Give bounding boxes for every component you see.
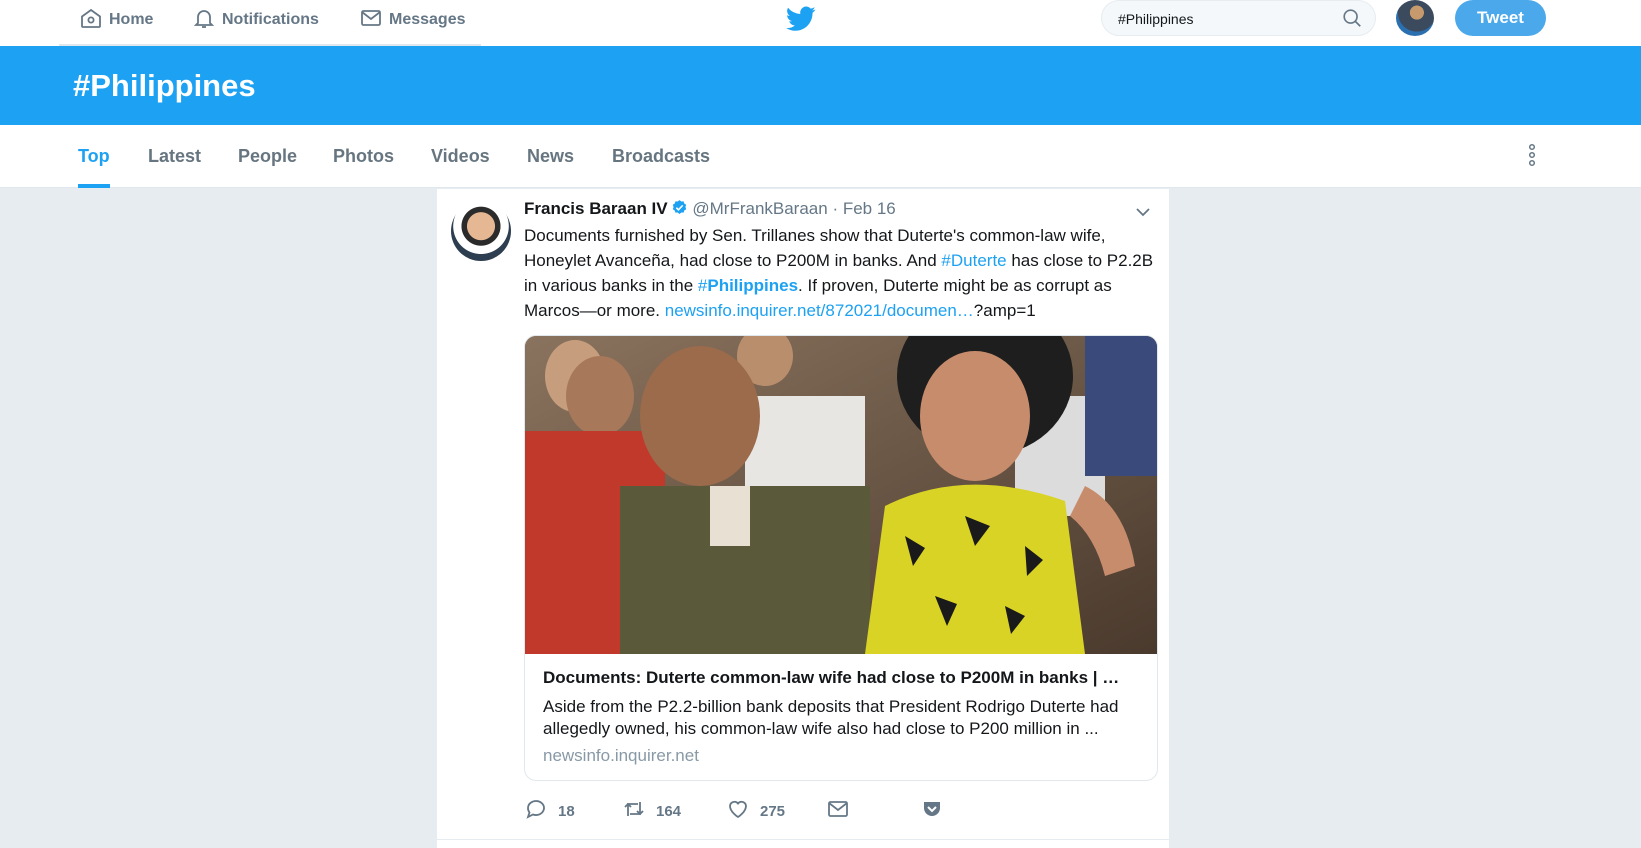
- retweet-button[interactable]: 164: [622, 795, 681, 827]
- tab-top[interactable]: Top: [78, 125, 110, 188]
- card-image: [525, 336, 1157, 654]
- tweet-actions: 18 164 275: [524, 795, 1158, 827]
- tweet-handle[interactable]: @MrFrankBaraan: [692, 199, 827, 218]
- more-vertical-icon[interactable]: [1520, 141, 1544, 169]
- top-navigation-bar: Home Notifications Messages Tweet: [0, 0, 1641, 46]
- nav-home-label: Home: [109, 11, 154, 28]
- verified-icon: [671, 199, 688, 216]
- search-box: [1101, 0, 1376, 36]
- home-icon: [79, 6, 103, 35]
- bell-icon: [192, 6, 216, 35]
- dm-button[interactable]: [826, 795, 850, 827]
- tab-photos[interactable]: Photos: [333, 125, 394, 187]
- url-link[interactable]: newsinfo.inquirer.net/872021/documen…: [665, 301, 974, 320]
- timeline: Francis Baraan IV @MrFrankBaraan · Feb 1…: [436, 189, 1170, 848]
- nav-notifications-label: Notifications: [222, 11, 319, 28]
- tab-latest[interactable]: Latest: [148, 125, 201, 187]
- twitter-bird-icon[interactable]: [786, 6, 816, 32]
- tweet[interactable]: Francis Baraan IV @MrFrankBaraan · Feb 1…: [437, 189, 1169, 840]
- hashtag-link[interactable]: #Duterte: [941, 251, 1006, 270]
- tweet-date[interactable]: · Feb 16: [832, 199, 895, 218]
- card-description: Aside from the P2.2-billion bank deposit…: [543, 697, 1119, 738]
- account-avatar[interactable]: [1396, 0, 1434, 36]
- like-button[interactable]: 275: [726, 795, 785, 827]
- chevron-down-icon[interactable]: [1134, 203, 1152, 221]
- reply-count: 18: [558, 802, 575, 820]
- reply-icon: [524, 797, 548, 825]
- like-count: 275: [760, 802, 786, 820]
- tab-broadcasts[interactable]: Broadcasts: [612, 125, 710, 187]
- tweet-text: Documents furnished by Sen. Trillanes sh…: [524, 223, 1154, 323]
- link-card[interactable]: Documents: Duterte common-law wife had c…: [524, 335, 1158, 781]
- search-tabs: Top Latest People Photos Videos News Bro…: [0, 125, 1641, 188]
- search-banner: #Philippines: [0, 46, 1641, 125]
- nav-home[interactable]: Home: [79, 0, 153, 40]
- page-title: #Philippines: [73, 68, 256, 103]
- card-domain: newsinfo.inquirer.net: [543, 746, 699, 765]
- hashtag-link[interactable]: #Philippines: [698, 276, 798, 295]
- avatar[interactable]: [451, 201, 511, 261]
- nav-notifications[interactable]: Notifications: [192, 0, 319, 40]
- heart-icon: [726, 797, 750, 825]
- tab-videos[interactable]: Videos: [431, 125, 490, 187]
- nav-messages[interactable]: Messages: [359, 0, 466, 40]
- pocket-button[interactable]: [920, 795, 944, 827]
- hashtag-prefix: #: [697, 276, 708, 295]
- search-input[interactable]: [1116, 8, 1335, 30]
- tab-people[interactable]: People: [238, 125, 297, 187]
- nav-messages-label: Messages: [389, 11, 466, 28]
- primary-nav: Home Notifications Messages: [59, 0, 481, 46]
- tweet-author-name[interactable]: Francis Baraan IV: [524, 199, 668, 218]
- envelope-icon: [359, 6, 383, 35]
- retweet-icon: [622, 797, 646, 825]
- url-suffix: ?amp=1: [973, 301, 1036, 320]
- retweet-count: 164: [656, 802, 682, 820]
- tab-news[interactable]: News: [527, 125, 574, 187]
- search-icon[interactable]: [1341, 7, 1363, 29]
- hashtag-bold-text: Philippines: [707, 276, 799, 295]
- dm-icon: [826, 797, 850, 825]
- card-body: Documents: Duterte common-law wife had c…: [543, 666, 1139, 766]
- pocket-icon: [920, 797, 944, 825]
- tweet-header: Francis Baraan IV @MrFrankBaraan · Feb 1…: [524, 199, 896, 219]
- reply-button[interactable]: 18: [524, 795, 575, 827]
- card-title: Documents: Duterte common-law wife had c…: [543, 668, 1120, 687]
- tweet-button[interactable]: Tweet: [1455, 0, 1546, 36]
